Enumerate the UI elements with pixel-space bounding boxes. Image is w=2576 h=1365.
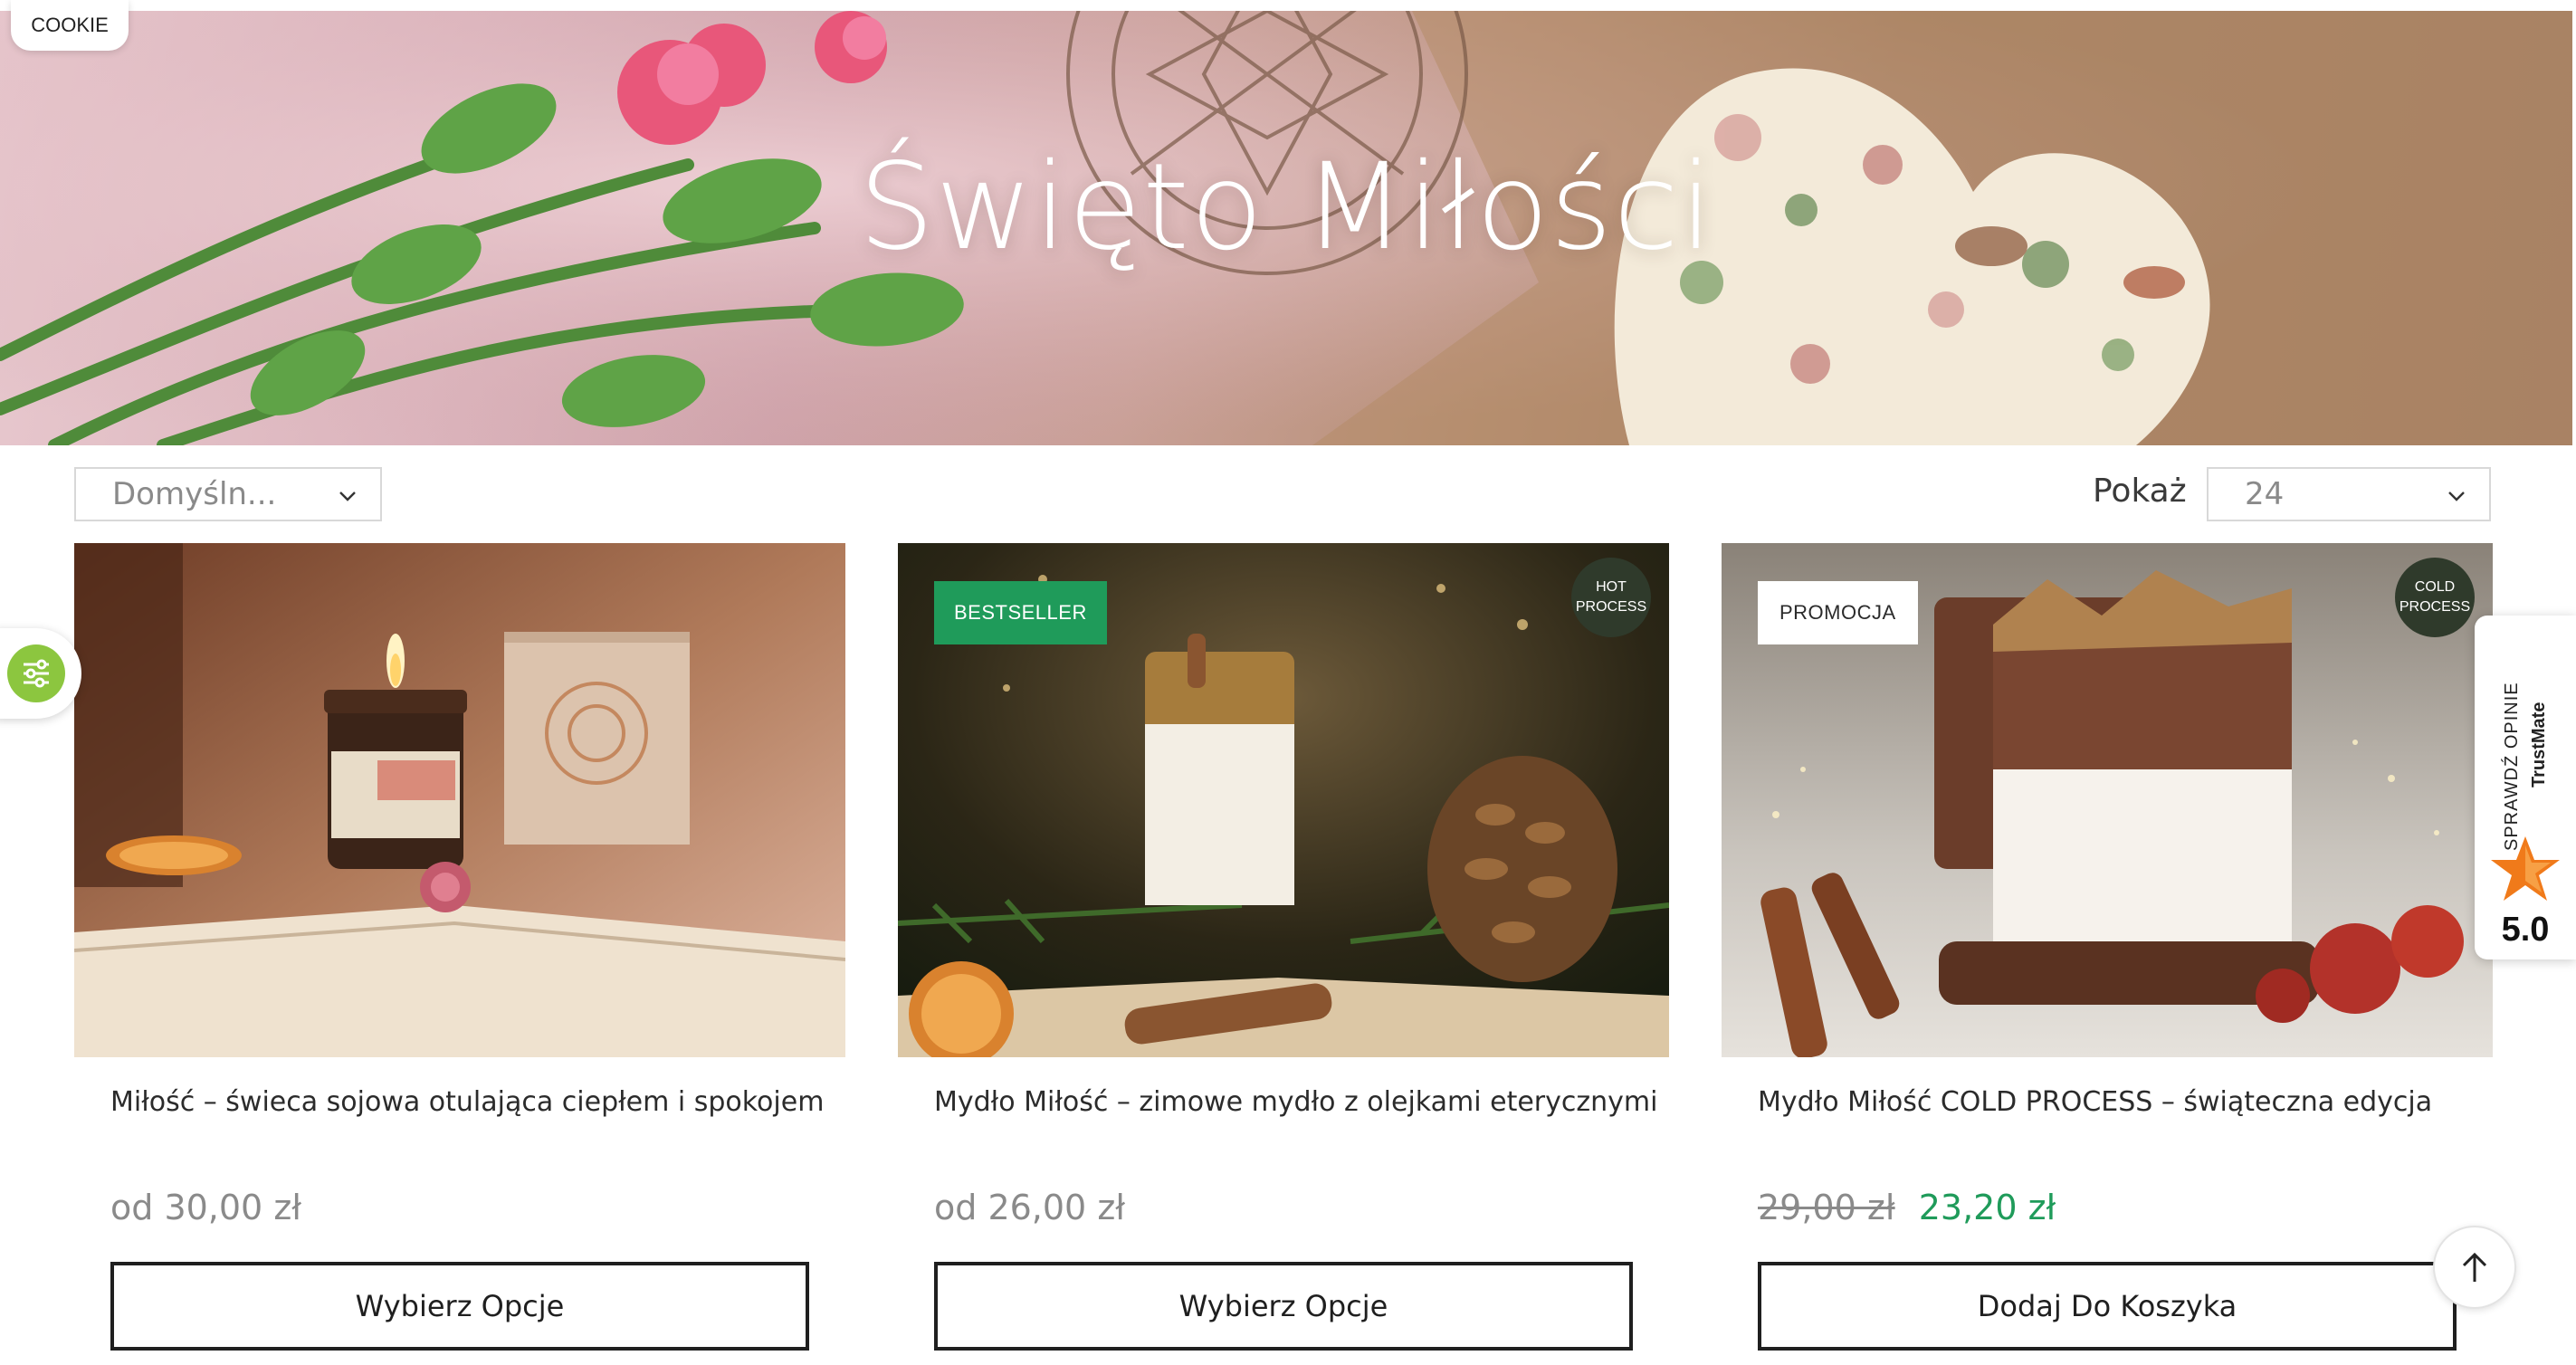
product-price: 29,00 zł 23,20 zł: [1758, 1188, 2056, 1227]
reviews-widget[interactable]: SPRAWDŹ OPINIE TrustMate 5.0: [2475, 616, 2576, 959]
cookie-settings-tab[interactable]: COOKIE: [11, 0, 129, 51]
product-image[interactable]: [74, 543, 845, 1057]
promotion-badge: PROMOCJA: [1758, 581, 1918, 644]
hero-banner: Święto Miłości: [0, 11, 2572, 445]
filter-toggle[interactable]: [0, 628, 81, 719]
product-price: od 30,00 zł: [110, 1188, 302, 1227]
sort-order-select[interactable]: Domyśln...: [74, 467, 382, 521]
per-page-label: Pokaż: [2093, 472, 2187, 510]
product-card: Miłość – świeca sojowa otulająca ciepłem…: [74, 543, 845, 1358]
old-price: 29,00 zł: [1758, 1188, 1895, 1227]
cold-process-badge: COLD PROCESS: [2395, 558, 2475, 637]
chevron-down-icon: [2448, 492, 2465, 501]
hot-process-badge: HOT PROCESS: [1571, 558, 1651, 637]
product-image[interactable]: BESTSELLER HOT PROCESS: [898, 543, 1669, 1057]
product-title[interactable]: Mydło Miłość – zimowe mydło z olejkami e…: [934, 1086, 1658, 1118]
choose-options-button[interactable]: Wybierz Opcje: [110, 1262, 809, 1351]
reviews-widget-brand: TrustMate: [2529, 702, 2549, 788]
product-card: PROMOCJA COLD PROCESS Mydło Miłość COLD …: [1722, 543, 2493, 1358]
sliders-icon: [7, 644, 65, 702]
choose-options-button[interactable]: Wybierz Opcje: [934, 1262, 1633, 1351]
add-to-cart-button[interactable]: Dodaj Do Koszyka: [1758, 1262, 2457, 1351]
rating-score: 5.0: [2501, 911, 2550, 949]
product-title[interactable]: Mydło Miłość COLD PROCESS – świąteczna e…: [1758, 1086, 2482, 1118]
product-title[interactable]: Miłość – świeca sojowa otulająca ciepłem…: [110, 1086, 835, 1118]
scroll-to-top-button[interactable]: [2433, 1226, 2516, 1309]
per-page-value: 24: [2245, 476, 2285, 512]
star-icon: [2491, 836, 2560, 901]
reviews-widget-label: SPRAWDŹ OPINIE: [2502, 682, 2522, 851]
arrow-up-icon: [2462, 1252, 2487, 1282]
sort-order-value: Domyśln...: [112, 476, 277, 512]
product-card: BESTSELLER HOT PROCESS Mydło Miłość – zi…: [898, 543, 1669, 1358]
page-title: Święto Miłości: [858, 138, 1714, 277]
product-price: od 26,00 zł: [934, 1188, 1126, 1227]
bestseller-badge: BESTSELLER: [934, 581, 1107, 644]
per-page-select[interactable]: 24: [2207, 467, 2491, 521]
chevron-down-icon: [339, 492, 356, 501]
product-image[interactable]: PROMOCJA COLD PROCESS: [1722, 543, 2493, 1057]
sale-price: 23,20 zł: [1918, 1188, 2056, 1227]
